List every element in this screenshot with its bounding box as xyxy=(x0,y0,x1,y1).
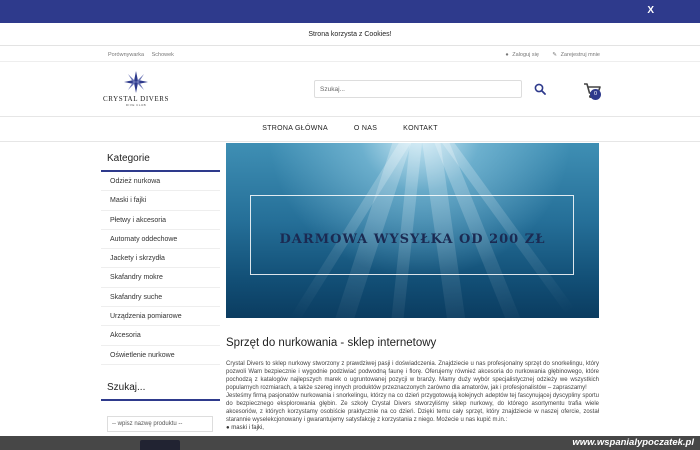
content-text: Crystal Divers to sklep nurkowy stworzon… xyxy=(226,360,599,432)
user-icon: ● xyxy=(505,52,509,58)
cookie-close-button[interactable]: X xyxy=(647,5,654,16)
banner-text: DARMOWA WYSYŁKA OD 200 ZŁ xyxy=(279,232,546,247)
sidebar-item-category[interactable]: Odzież nurkowa xyxy=(101,172,220,192)
register-link[interactable]: ✎ Zarejestruj mnie xyxy=(552,52,600,58)
sidebar-item-category[interactable]: Jackety i skrzydła xyxy=(101,249,220,269)
login-link[interactable]: ● Zaloguj się xyxy=(505,52,540,58)
cache-link[interactable]: Schowek xyxy=(152,52,174,58)
search-icon[interactable] xyxy=(534,83,546,95)
sidebar-item-category[interactable]: Płetwy i akcesoria xyxy=(101,211,220,230)
page-title: Sprzęt do nurkowania - sklep internetowy xyxy=(226,337,437,349)
nav-item-about[interactable]: O NAS xyxy=(354,117,377,141)
list-item: ● maski i fajki, xyxy=(226,425,264,431)
watermark-bar: www.wspanialypoczatek.pl xyxy=(0,436,700,450)
top-links-bar: Porównywarka Schowek ● Zaloguj się ✎ Zar… xyxy=(0,48,700,62)
logo-subtitle: DIVE CLUB xyxy=(125,103,147,107)
logo-brand: CRYSTAL DIVERS xyxy=(102,95,170,103)
cart-count-badge: 0 xyxy=(590,89,601,100)
logo[interactable]: CRYSTAL DIVERS DIVE CLUB xyxy=(99,70,173,110)
register-label: Zarejestruj mnie xyxy=(560,52,600,58)
edit-icon: ✎ xyxy=(552,52,558,58)
product-search-select[interactable]: -- wpisz nazwę produktu -- xyxy=(107,416,213,432)
cookie-bar: X xyxy=(0,0,700,23)
sidebar-item-category[interactable]: Automaty oddechowe xyxy=(101,230,220,250)
categories-title: Kategorie xyxy=(101,148,220,172)
main-nav: STRONA GŁÓWNA O NAS KONTAKT xyxy=(0,116,700,142)
login-label: Zaloguj się xyxy=(512,52,539,58)
sidebar-item-category[interactable]: Skafandry suche xyxy=(101,288,220,308)
sidebar: Kategorie Odzież nurkowa Maski i fajki P… xyxy=(101,148,220,365)
compass-star-icon xyxy=(124,71,148,93)
nav-item-home[interactable]: STRONA GŁÓWNA xyxy=(262,117,328,141)
nav-item-contact[interactable]: KONTAKT xyxy=(403,117,438,141)
sidebar-item-category[interactable]: Maski i fajki xyxy=(101,191,220,211)
compare-link[interactable]: Porównywarka xyxy=(108,52,144,58)
content-paragraph-2: Jesteśmy firmą pasjonatów nurkowania i s… xyxy=(226,393,599,423)
sidebar-item-category[interactable]: Skafandry mokre xyxy=(101,268,220,288)
sidebar-item-category[interactable]: Urządzenia pomiarowe xyxy=(101,307,220,327)
promo-banner[interactable]: DARMOWA WYSYŁKA OD 200 ZŁ xyxy=(226,143,599,318)
sidebar-item-category[interactable]: Oświetlenie nurkowe xyxy=(101,346,220,365)
sidebar-item-category[interactable]: Akcesoria xyxy=(101,326,220,346)
search-input[interactable] xyxy=(314,80,522,98)
content-paragraph-1: Crystal Divers to sklep nurkowy stworzon… xyxy=(226,361,599,391)
sidebar-search-title: Szukaj... xyxy=(101,378,220,401)
cookie-message: Strona korzysta z Cookies! xyxy=(0,23,700,46)
watermark-text: www.wspanialypoczatek.pl xyxy=(572,437,694,448)
